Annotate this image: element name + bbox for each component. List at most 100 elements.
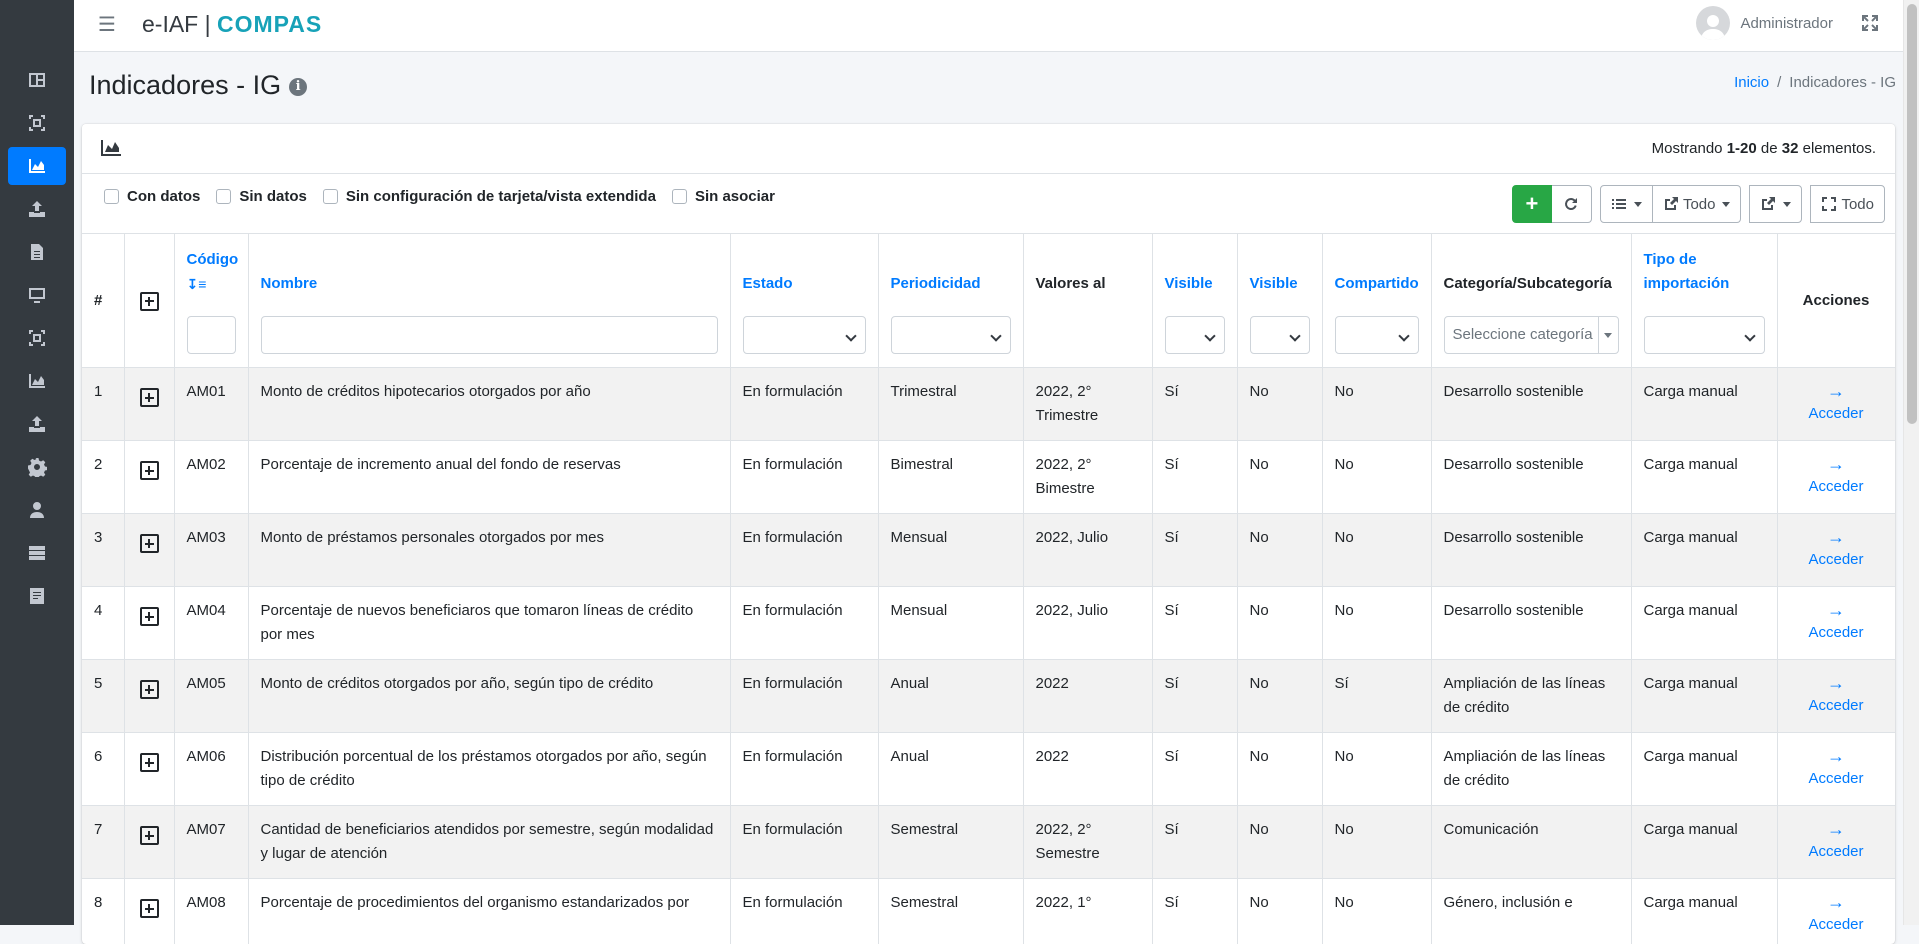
visible-2-filter-select[interactable]: [1250, 316, 1310, 354]
arrow-right-icon[interactable]: →: [1827, 599, 1845, 621]
cell-estado: En formulación: [730, 441, 878, 514]
refresh-button[interactable]: [1552, 185, 1592, 223]
sidebar-item-monitor[interactable]: [8, 276, 66, 314]
export-button[interactable]: [1749, 185, 1802, 223]
expand-row-icon[interactable]: [140, 753, 159, 772]
hamburger-menu-icon[interactable]: ☰: [96, 14, 118, 36]
sidebar-item-upload[interactable]: [8, 190, 66, 228]
page-size-button[interactable]: Todo: [1653, 185, 1742, 223]
acceder-link[interactable]: →Acceder: [1790, 891, 1883, 937]
visible-1-filter-select[interactable]: [1165, 316, 1225, 354]
col-label[interactable]: Estado: [743, 275, 793, 292]
col-label[interactable]: Tipo de importación: [1644, 251, 1730, 292]
expand-row-icon[interactable]: [140, 534, 159, 553]
tipo-importacion-filter-select[interactable]: [1644, 316, 1765, 354]
arrow-right-icon[interactable]: →: [1827, 526, 1845, 548]
info-icon[interactable]: i: [289, 78, 307, 96]
sidebar-item-users[interactable]: [8, 491, 66, 529]
acceder-link[interactable]: →Acceder: [1790, 672, 1883, 718]
expand-all-icon[interactable]: [140, 292, 159, 311]
page-scrollbar[interactable]: [1903, 0, 1919, 925]
sidebar-item-dashboard[interactable]: [8, 61, 66, 99]
arrow-right-icon[interactable]: →: [1827, 891, 1845, 913]
add-button[interactable]: +: [1512, 185, 1552, 223]
scrollbar-thumb[interactable]: [1907, 4, 1917, 424]
acceder-link[interactable]: →Acceder: [1790, 380, 1883, 426]
col-label[interactable]: Nombre: [261, 275, 318, 292]
expand-row-icon[interactable]: [140, 680, 159, 699]
cell-periodicidad: Anual: [878, 660, 1023, 733]
acceder-label[interactable]: Acceder: [1808, 694, 1863, 718]
col-header-nombre[interactable]: Nombre: [248, 234, 730, 368]
expand-row-icon[interactable]: [140, 607, 159, 626]
breadcrumb-home-link[interactable]: Inicio: [1734, 74, 1769, 91]
col-header-tipo-importacion[interactable]: Tipo de importación: [1631, 234, 1777, 368]
col-header-visible-1[interactable]: Visible: [1152, 234, 1237, 368]
categoria-filter-select[interactable]: Seleccione categoría: [1444, 316, 1619, 354]
sidebar-item-frames-2[interactable]: [8, 319, 66, 357]
estado-filter-select[interactable]: [743, 316, 866, 354]
expand-row-icon[interactable]: [140, 826, 159, 845]
acceder-label[interactable]: Acceder: [1808, 548, 1863, 572]
acceder-link[interactable]: →Acceder: [1790, 599, 1883, 645]
sidebar-item-documents[interactable]: [8, 233, 66, 271]
acceder-link[interactable]: →Acceder: [1790, 526, 1883, 572]
sidebar-item-charts[interactable]: [8, 362, 66, 400]
sidebar-item-settings[interactable]: [8, 448, 66, 486]
caret-down-icon[interactable]: [1598, 317, 1618, 353]
col-label[interactable]: Periodicidad: [891, 275, 981, 292]
arrow-right-icon[interactable]: →: [1827, 745, 1845, 767]
periodicidad-filter-select[interactable]: [891, 316, 1011, 354]
fullscreen-button[interactable]: Todo: [1810, 185, 1885, 223]
arrow-right-icon[interactable]: →: [1827, 818, 1845, 840]
expand-row-icon[interactable]: [140, 899, 159, 918]
filter-sin-configuracion[interactable]: Sin configuración de tarjeta/vista exten…: [323, 188, 656, 205]
fullscreen-toggle-icon[interactable]: [1861, 14, 1881, 34]
acceder-label[interactable]: Acceder: [1808, 840, 1863, 864]
acceder-label[interactable]: Acceder: [1808, 767, 1863, 791]
acceder-link[interactable]: →Acceder: [1790, 745, 1883, 791]
brand-logo[interactable]: e-IAF | COMPAS: [142, 11, 322, 38]
col-label[interactable]: Compartido: [1335, 275, 1419, 292]
compartido-filter-select[interactable]: [1335, 316, 1419, 354]
acceder-label[interactable]: Acceder: [1808, 402, 1863, 426]
col-label[interactable]: Visible: [1250, 275, 1298, 292]
codigo-filter-input[interactable]: [187, 316, 236, 354]
checkbox[interactable]: [216, 189, 231, 204]
arrow-right-icon[interactable]: →: [1827, 380, 1845, 402]
cell-tipo-importacion: Carga manual: [1631, 879, 1777, 944]
sidebar-item-upload-2[interactable]: [8, 405, 66, 443]
col-header-visible-2[interactable]: Visible: [1237, 234, 1322, 368]
expand-row-icon[interactable]: [140, 461, 159, 480]
arrow-right-icon[interactable]: →: [1827, 453, 1845, 475]
nombre-filter-input[interactable]: [261, 316, 718, 354]
sort-ascending-icon[interactable]: ↧≡: [187, 276, 207, 292]
sidebar-item-servers[interactable]: [8, 534, 66, 572]
col-label[interactable]: Código: [187, 251, 239, 268]
acceder-link[interactable]: →Acceder: [1790, 818, 1883, 864]
checkbox[interactable]: [672, 189, 687, 204]
col-header-estado[interactable]: Estado: [730, 234, 878, 368]
checkbox[interactable]: [323, 189, 338, 204]
arrow-right-icon[interactable]: →: [1827, 672, 1845, 694]
expand-row-icon[interactable]: [140, 388, 159, 407]
acceder-label[interactable]: Acceder: [1808, 621, 1863, 645]
acceder-label[interactable]: Acceder: [1808, 913, 1863, 937]
cell-compartido: No: [1322, 733, 1431, 806]
filter-sin-asociar[interactable]: Sin asociar: [672, 188, 775, 205]
cell-compartido: No: [1322, 806, 1431, 879]
user-menu[interactable]: Administrador: [1696, 6, 1833, 40]
sidebar-item-indicadores[interactable]: [8, 147, 66, 185]
acceder-label[interactable]: Acceder: [1808, 475, 1863, 499]
sidebar-item-frames[interactable]: [8, 104, 66, 142]
sidebar-item-forms[interactable]: [8, 577, 66, 615]
acceder-link[interactable]: →Acceder: [1790, 453, 1883, 499]
columns-toggle-button[interactable]: [1600, 185, 1653, 223]
filter-sin-datos[interactable]: Sin datos: [216, 188, 307, 205]
checkbox[interactable]: [104, 189, 119, 204]
col-label[interactable]: Visible: [1165, 275, 1213, 292]
col-header-compartido[interactable]: Compartido: [1322, 234, 1431, 368]
filter-con-datos[interactable]: Con datos: [104, 188, 200, 205]
col-header-codigo[interactable]: Código ↧≡: [174, 234, 248, 368]
col-header-periodicidad[interactable]: Periodicidad: [878, 234, 1023, 368]
